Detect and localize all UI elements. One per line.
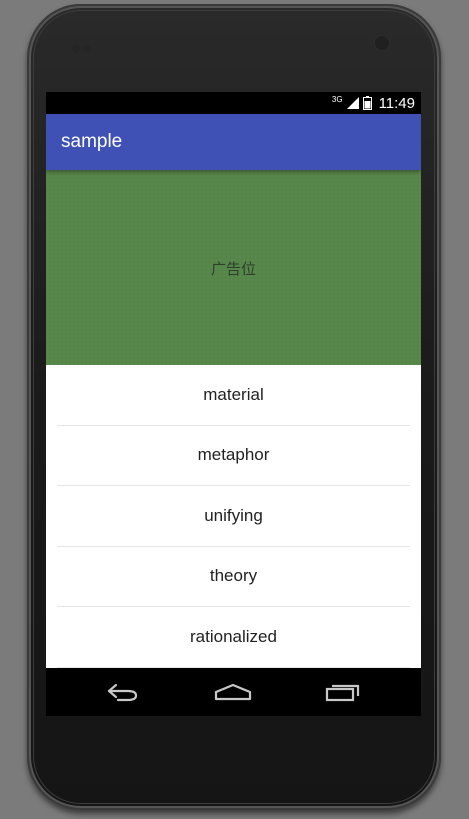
list-item[interactable]: material [57,365,410,426]
list-item-label: metaphor [197,445,270,465]
recents-button[interactable] [318,678,368,706]
navigation-bar [46,668,421,716]
item-list: material metaphor unifying theory ration… [46,365,421,668]
home-icon [214,683,252,701]
list-item-label: material [203,384,264,404]
status-bar: 3G 11:49 [46,92,421,114]
device-screen: 3G 11:49 sample 广告位 material metaphor un… [46,92,421,716]
status-icons: 3G 11:49 [332,94,415,112]
list-item[interactable]: unifying [57,486,410,547]
ad-banner-label: 广告位 [210,260,256,278]
list-item-label: unifying [204,505,263,525]
network-type-label: 3G [331,94,343,104]
list-item-label: theory [209,566,258,586]
speaker-grille [72,38,94,53]
signal-icon [346,97,359,109]
status-clock: 11:49 [378,94,415,112]
list-item[interactable]: metaphor [57,426,410,486]
back-button[interactable] [98,678,148,706]
home-button[interactable] [208,678,258,706]
list-item[interactable]: rationalized [57,607,410,668]
recents-icon [325,684,360,702]
front-camera [374,35,390,51]
ad-banner[interactable]: 广告位 [46,170,421,365]
app-bar: sample [46,114,421,170]
back-icon [107,683,138,702]
list-item[interactable]: theory [57,547,410,607]
list-item-label: rationalized [190,626,277,646]
app-title: sample [61,131,123,152]
battery-icon [362,96,372,110]
